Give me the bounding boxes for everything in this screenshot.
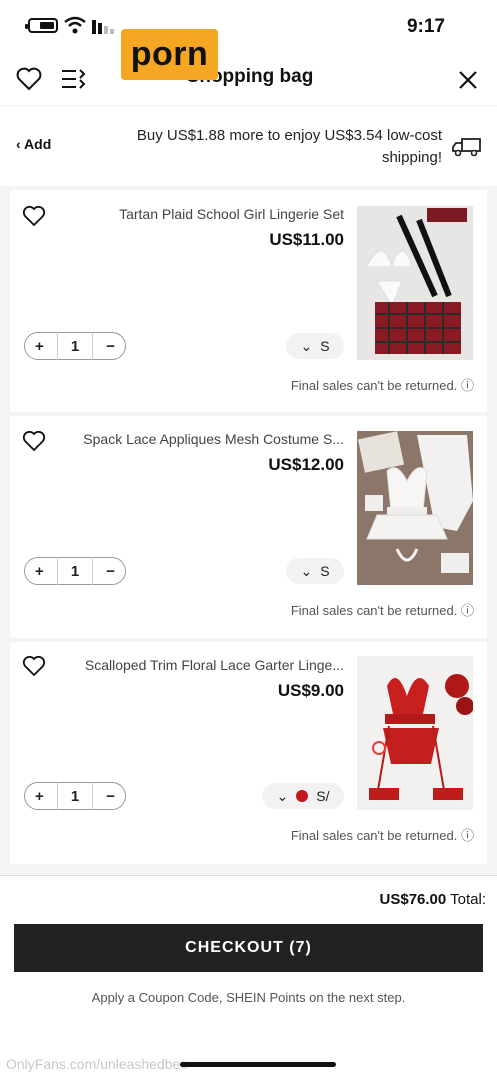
size-selector[interactable]: ⌄ S	[286, 333, 344, 359]
size-value: S	[320, 563, 330, 579]
status-time: 9:17	[406, 16, 445, 37]
quantity-value: 1	[70, 337, 80, 355]
product-price: US$11.00	[269, 230, 344, 249]
wishlist-heart-icon[interactable]	[22, 205, 46, 227]
chevron-down-icon: ⌄	[300, 337, 313, 354]
overlay-logo: porn	[121, 29, 218, 80]
final-sale-text: Final sales can't be returned.	[290, 828, 458, 843]
heart-icon[interactable]	[16, 67, 42, 91]
size-value: S/	[316, 788, 330, 804]
wifi-icon	[64, 16, 86, 34]
chevron-down-icon: ⌄	[276, 787, 289, 804]
add-more-link[interactable]: ‹ Add	[16, 136, 51, 152]
product-image[interactable]	[357, 431, 473, 585]
truck-icon	[452, 138, 481, 157]
info-icon[interactable]: ⓘ	[461, 603, 474, 618]
increment-button[interactable]: +	[35, 563, 44, 580]
status-bar: 9:17	[0, 0, 497, 52]
product-image-art	[357, 431, 473, 585]
decrement-button[interactable]: −	[106, 563, 115, 580]
quantity-stepper[interactable]: + 1 −	[24, 332, 126, 360]
final-sale-note: Final sales can't be returned. ⓘ	[258, 825, 474, 844]
watermark: OnlyFans.com/unleashedbee	[6, 1056, 189, 1072]
chevron-down-icon: ⌄	[300, 562, 313, 579]
quantity-stepper[interactable]: + 1 −	[24, 782, 126, 810]
quantity-value: 1	[70, 787, 80, 805]
info-icon[interactable]: ⓘ	[461, 828, 474, 843]
product-image[interactable]	[357, 206, 473, 360]
stepper-divider	[56, 332, 58, 360]
product-image-art	[357, 206, 473, 360]
quantity-stepper[interactable]: + 1 −	[24, 557, 126, 585]
increment-button[interactable]: +	[35, 788, 44, 805]
add-more-label: Add	[24, 136, 52, 152]
product-title[interactable]: Tartan Plaid School Girl Lingerie Set	[60, 206, 344, 222]
order-total: US$76.00 Total:	[300, 891, 486, 908]
quantity-value: 1	[70, 562, 80, 580]
stepper-divider	[56, 782, 58, 810]
product-title[interactable]: Spack Lace Appliques Mesh Costume S...	[60, 431, 344, 447]
stepper-divider	[92, 332, 94, 360]
coupon-hint: Apply a Coupon Code, SHEIN Points on the…	[91, 990, 406, 1005]
decrement-button[interactable]: −	[106, 788, 115, 805]
size-selector[interactable]: ⌄ S/	[262, 783, 344, 809]
wishlist-heart-icon[interactable]	[22, 430, 46, 452]
increment-button[interactable]: +	[35, 338, 44, 355]
total-value: US$76.00	[379, 891, 447, 908]
shipping-message: Buy US$1.88 more to enjoy US$3.54 low-co…	[136, 127, 442, 166]
final-sale-note: Final sales can't be returned. ⓘ	[258, 600, 474, 619]
product-price: US$12.00	[268, 455, 344, 474]
battery-icon	[25, 18, 58, 33]
final-sale-note: Final sales can't be returned. ⓘ	[258, 375, 474, 394]
wishlist-heart-icon[interactable]	[22, 655, 46, 677]
decrement-button[interactable]: −	[106, 338, 115, 355]
size-value: S	[320, 338, 330, 354]
signal-icon	[92, 20, 114, 34]
checkout-button[interactable]: CHECKOUT (7)	[14, 924, 483, 972]
stepper-divider	[56, 557, 58, 585]
product-image[interactable]	[357, 656, 473, 810]
stepper-divider	[92, 782, 94, 810]
total-label: Total:	[450, 891, 486, 908]
filter-list-icon[interactable]	[60, 68, 86, 90]
product-title[interactable]: Scalloped Trim Floral Lace Garter Linge.…	[60, 657, 344, 673]
product-price: US$9.00	[277, 681, 344, 700]
product-image-art	[357, 656, 473, 810]
stepper-divider	[92, 557, 94, 585]
close-icon[interactable]	[458, 70, 478, 90]
final-sale-text: Final sales can't be returned.	[290, 378, 458, 393]
home-indicator[interactable]	[180, 1062, 336, 1067]
info-icon[interactable]: ⓘ	[461, 378, 474, 393]
size-selector[interactable]: ⌄ S	[286, 558, 344, 584]
color-swatch	[296, 790, 309, 802]
final-sale-text: Final sales can't be returned.	[290, 603, 458, 618]
